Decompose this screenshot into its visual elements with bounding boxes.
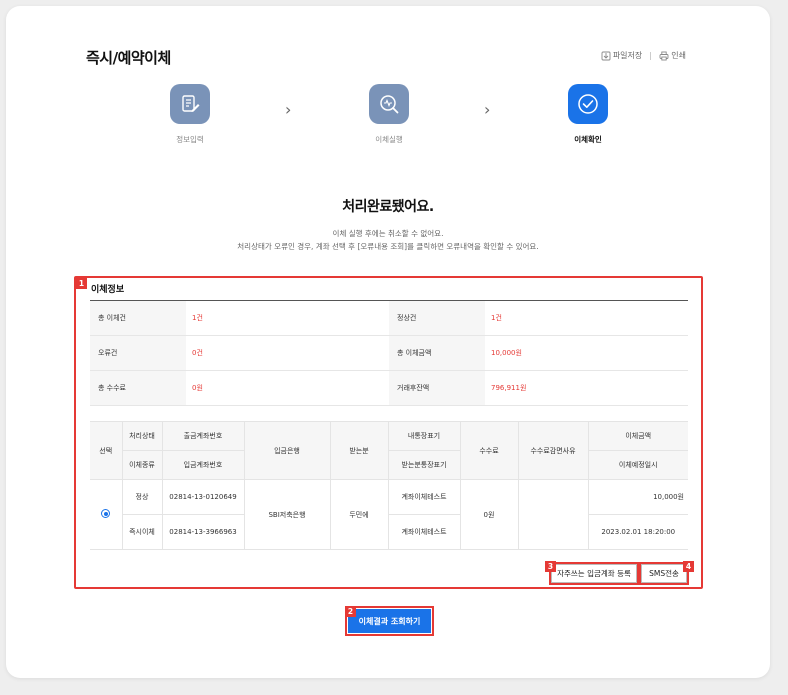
step-label: 이체실행 xyxy=(375,135,403,144)
summary-row: 총 이체건 1건 정상건 1건 xyxy=(90,301,688,336)
out-account-cell: 02814-13-0120649 xyxy=(161,479,245,515)
summary-table: 총 이체건 1건 정상건 1건 오류건 0건 총 이체금액 10,000원 총 … xyxy=(90,300,688,406)
th-my-memo: 내통장표기 xyxy=(387,421,461,451)
annotation-badge: 3 xyxy=(545,561,556,572)
my-memo-cell: 계좌이체테스트 xyxy=(387,479,461,515)
annotation-badge: 4 xyxy=(683,561,694,572)
summary-key: 오류건 xyxy=(90,336,186,370)
fee-cell: 0원 xyxy=(459,479,519,550)
annotation-badge: 1 xyxy=(76,278,87,289)
summary-value: 1건 xyxy=(192,314,203,322)
th-bank: 입금은행 xyxy=(243,421,331,480)
summary-row: 오류건 0건 총 이체금액 10,000원 xyxy=(90,336,688,371)
amount-cell: 10,000원 xyxy=(587,479,688,515)
summary-value: 1건 xyxy=(491,314,502,322)
th-select: 선택 xyxy=(90,421,123,480)
summary-value: 0원 xyxy=(192,384,203,392)
printer-icon xyxy=(659,51,669,60)
scheduled-cell: 2023.02.01 18:20:00 xyxy=(587,514,688,550)
step-label: 정보입력 xyxy=(176,135,204,144)
check-circle-icon xyxy=(578,94,598,114)
save-file-button[interactable]: 파일저장 xyxy=(601,50,642,61)
th-fee-reason: 수수료감면사유 xyxy=(517,421,589,480)
summary-value: 0건 xyxy=(192,349,203,357)
receiver-cell: 두민에 xyxy=(329,479,389,550)
table-row: 정상 02814-13-0120649 SBI저축은행 두민에 계좌이체테스트 … xyxy=(90,479,688,550)
th-fee: 수수료 xyxy=(459,421,519,480)
search-transfer-icon xyxy=(380,95,399,114)
annotation-badge: 2 xyxy=(345,606,356,617)
document-edit-icon xyxy=(182,95,200,112)
transfer-result-inquiry-button[interactable]: 이체결과 조회하기 xyxy=(348,609,431,633)
register-favorite-account-button[interactable]: 자주쓰는 입금계좌 등록 xyxy=(551,564,637,583)
summary-key: 거래후잔액 xyxy=(389,371,485,405)
chevron-right-icon: › xyxy=(484,100,491,119)
summary-key: 총 이체건 xyxy=(90,301,186,335)
th-status: 처리상태 xyxy=(121,421,163,451)
summary-value: 796,911원 xyxy=(491,384,527,392)
select-cell xyxy=(90,479,123,550)
result-title: 처리완료됐어요. xyxy=(342,199,434,215)
page-tools: 파일저장 인쇄 xyxy=(601,50,686,61)
th-out-account: 출금계좌번호 xyxy=(161,421,245,451)
th-in-account: 입금계좌번호 xyxy=(161,450,245,480)
result-description-2: 처리상태가 오류인 경우, 계좌 선택 후 [오류내용 조회]를 클릭하면 오류… xyxy=(237,242,539,251)
step-transfer-confirm: 이체확인 xyxy=(548,84,628,145)
step-icon-bg xyxy=(568,84,608,124)
print-button[interactable]: 인쇄 xyxy=(659,50,686,61)
page-title: 즉시/예약이체 xyxy=(86,49,171,67)
table-row: 즉시이체 02814-13-3966963 계좌이체테스트 2023.02.01… xyxy=(90,514,688,550)
th-recv-memo: 받는분통장표기 xyxy=(387,450,461,480)
fee-reason-cell xyxy=(517,479,589,550)
summary-key: 총 수수료 xyxy=(90,371,186,405)
summary-key: 총 이체금액 xyxy=(389,336,485,370)
in-account-cell: 02814-13-3966963 xyxy=(161,514,245,550)
bank-cell: SBI저축은행 xyxy=(243,479,331,550)
type-cell: 즉시이체 xyxy=(122,514,163,550)
save-file-label: 파일저장 xyxy=(612,51,643,60)
chevron-right-icon: › xyxy=(285,100,292,119)
summary-key: 정상건 xyxy=(389,301,485,335)
step-icon-bg xyxy=(369,84,409,124)
summary-value: 10,000원 xyxy=(491,349,522,357)
row-select-radio[interactable] xyxy=(101,509,111,518)
step-label: 이체확인 xyxy=(574,135,602,144)
step-info-input: 정보입력 xyxy=(150,84,230,145)
summary-row: 총 수수료 0원 거래후잔액 796,911원 xyxy=(90,371,688,406)
result-description-1: 이체 실행 후에는 취소할 수 없어요. xyxy=(332,229,444,238)
tool-divider xyxy=(650,51,652,60)
recv-memo-cell: 계좌이체테스트 xyxy=(387,514,461,550)
transfer-detail-table: 선택 처리상태 출금계좌번호 입금은행 받는분 내통장표기 수수료 수수료감면사… xyxy=(90,421,688,550)
th-amount: 이체금액 xyxy=(587,421,688,451)
sms-send-button[interactable]: SMS전송 xyxy=(641,564,687,583)
table-header-row: 선택 처리상태 출금계좌번호 입금은행 받는분 내통장표기 수수료 수수료감면사… xyxy=(90,421,688,480)
save-file-icon xyxy=(601,51,611,60)
step-icon-bg xyxy=(170,84,210,124)
th-type: 이체종류 xyxy=(122,450,163,480)
table-header-row: 이체종류 입금계좌번호 받는분통장표기 이체예정일시 xyxy=(90,450,688,480)
th-scheduled: 이체예정일시 xyxy=(587,450,688,480)
th-receiver: 받는분 xyxy=(329,421,389,480)
section-title: 이체정보 xyxy=(91,285,125,295)
print-label: 인쇄 xyxy=(671,51,686,60)
status-cell: 정상 xyxy=(121,479,163,515)
step-transfer-execute: 이체실행 xyxy=(349,84,429,145)
